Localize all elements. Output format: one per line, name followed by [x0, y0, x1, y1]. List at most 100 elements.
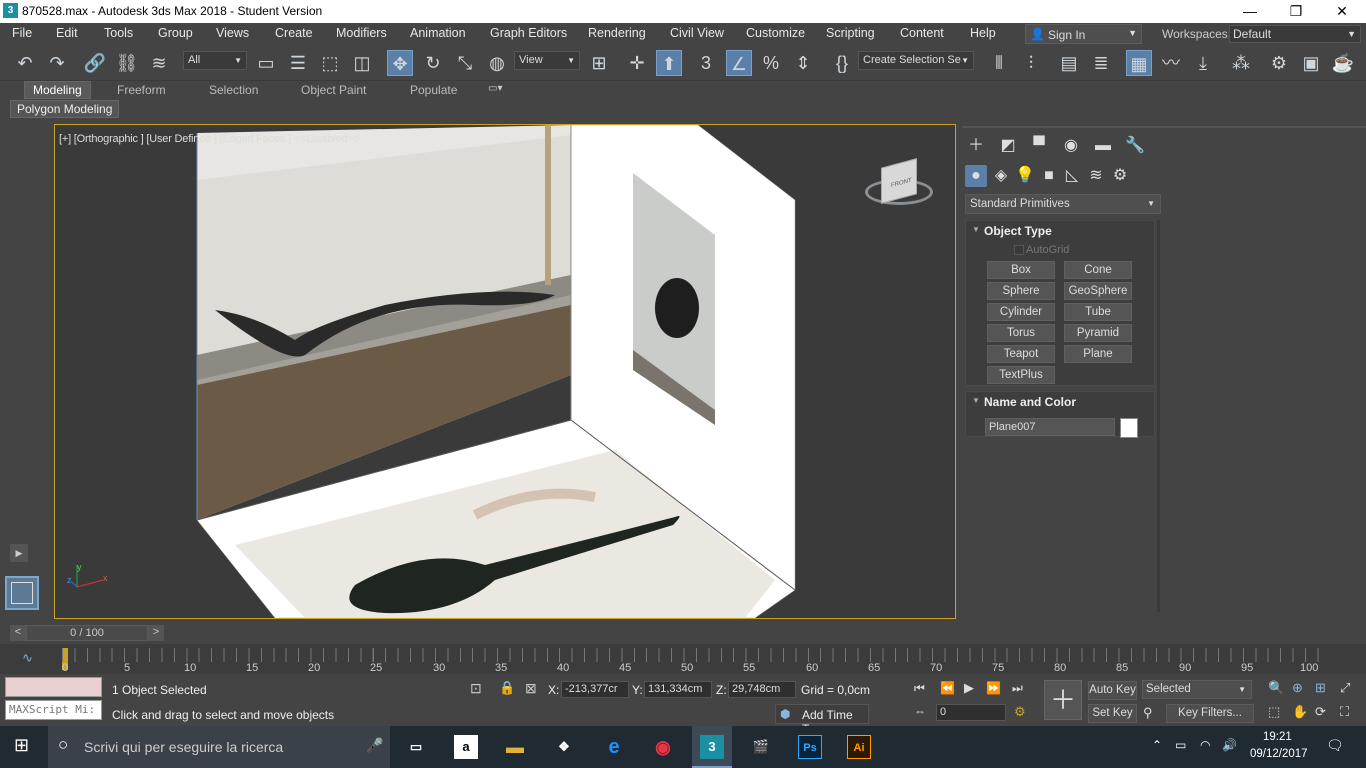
- spinner-snap-icon[interactable]: ⇕: [790, 50, 816, 76]
- menu-scripting[interactable]: Scripting: [826, 26, 875, 40]
- viewport-label[interactable]: [+] [Orthographic ] [User Defined ] [Edg…: [59, 133, 360, 145]
- goto-end-icon[interactable]: ⏭: [1012, 681, 1023, 696]
- isolate-selection-icon[interactable]: ⊡: [470, 680, 482, 697]
- select-and-move-icon[interactable]: ✥: [387, 50, 413, 76]
- maximize-button[interactable]: ❐: [1273, 0, 1319, 23]
- space-warps-icon[interactable]: ≋: [1085, 165, 1107, 187]
- wifi-icon[interactable]: ◠: [1200, 738, 1210, 752]
- menu-civil-view[interactable]: Civil View: [670, 26, 724, 40]
- tab-freeform[interactable]: Freeform: [117, 83, 166, 99]
- hierarchy-tab-icon[interactable]: ▀: [1028, 135, 1050, 157]
- cone-button[interactable]: Cone: [1064, 261, 1132, 279]
- object-color-swatch[interactable]: [1120, 418, 1138, 438]
- autogrid-checkbox[interactable]: [1014, 245, 1024, 255]
- maximize-viewport-icon[interactable]: ⛶: [1340, 704, 1349, 720]
- maxscript-listener-output[interactable]: [5, 677, 102, 697]
- key-mode-toggle-icon[interactable]: ⇔: [914, 704, 926, 718]
- current-frame-field[interactable]: 0: [936, 704, 1006, 721]
- textplus-button[interactable]: TextPlus: [987, 366, 1055, 384]
- plane-button[interactable]: Plane: [1064, 345, 1132, 363]
- time-prev-icon[interactable]: <: [10, 625, 26, 641]
- undo-icon[interactable]: ↶: [12, 50, 38, 76]
- mirror-icon[interactable]: ⫴: [986, 50, 1012, 76]
- select-and-rotate-icon[interactable]: ↻: [420, 50, 446, 76]
- redo-icon[interactable]: ↷: [44, 50, 70, 76]
- tube-button[interactable]: Tube: [1064, 303, 1132, 321]
- scene-explorer-icon[interactable]: ▤: [1056, 50, 1082, 76]
- systems-icon[interactable]: ⚙: [1109, 165, 1131, 187]
- edit-named-selection-icon[interactable]: {}: [829, 50, 855, 76]
- selection-filter-dropdown[interactable]: All ▼: [183, 51, 247, 70]
- viewcube[interactable]: FRONT: [861, 158, 937, 219]
- reference-coordinate-dropdown[interactable]: View ▼: [514, 51, 580, 70]
- percent-snap-icon[interactable]: %: [758, 50, 784, 76]
- object-type-title[interactable]: Object Type: [984, 224, 1052, 238]
- align-icon[interactable]: ⫶: [1018, 50, 1044, 76]
- zoom-icon[interactable]: 🔍: [1268, 680, 1284, 696]
- task-view-icon[interactable]: ▭: [404, 735, 428, 759]
- time-next-icon[interactable]: >: [148, 625, 164, 641]
- sign-in-dropdown[interactable]: 👤 Sign In ▼: [1025, 24, 1142, 44]
- clock-date[interactable]: 09/12/2017: [1250, 748, 1308, 760]
- create-tab-icon[interactable]: ＋: [965, 135, 987, 157]
- utilities-tab-icon[interactable]: 🔧: [1124, 135, 1146, 157]
- viewport-layout-tab[interactable]: [5, 576, 39, 610]
- auto-key-button[interactable]: Auto Key: [1088, 681, 1137, 700]
- object-name-input[interactable]: Plane007: [985, 418, 1115, 436]
- menu-customize[interactable]: Customize: [746, 26, 805, 40]
- goto-start-icon[interactable]: ⏮: [914, 681, 925, 696]
- collapse-icon[interactable]: ▼: [972, 396, 980, 405]
- lights-icon[interactable]: 💡: [1014, 165, 1036, 187]
- amazon-app-icon[interactable]: a: [454, 735, 478, 759]
- bind-space-warp-icon[interactable]: ≋: [146, 50, 172, 76]
- y-coordinate-field[interactable]: 131,334cm: [644, 681, 712, 698]
- cylinder-button[interactable]: Cylinder: [987, 303, 1055, 321]
- menu-create[interactable]: Create: [275, 26, 313, 40]
- photoshop-app-icon[interactable]: Ps: [798, 735, 822, 759]
- chrome-browser-icon[interactable]: ◉: [651, 735, 675, 759]
- show-hidden-icons-icon[interactable]: ⌃: [1152, 738, 1162, 752]
- pan-view-icon[interactable]: ✋: [1292, 704, 1308, 720]
- menu-tools[interactable]: Tools: [104, 26, 133, 40]
- add-time-tag-button[interactable]: ⬢ Add Time Tag: [775, 704, 869, 736]
- minimize-button[interactable]: —: [1227, 0, 1273, 23]
- menu-animation[interactable]: Animation: [410, 26, 466, 40]
- angle-snap-icon[interactable]: ∠: [726, 50, 752, 76]
- next-frame-icon[interactable]: ⏩: [986, 681, 1001, 695]
- menu-edit[interactable]: Edit: [56, 26, 78, 40]
- pyramid-button[interactable]: Pyramid: [1064, 324, 1132, 342]
- absolute-mode-icon[interactable]: ⊠: [525, 680, 537, 697]
- x-coordinate-field[interactable]: -213,377cr: [561, 681, 629, 698]
- rendered-frame-window-icon[interactable]: ▣: [1298, 50, 1324, 76]
- pivot-center-icon[interactable]: ⊞: [586, 50, 612, 76]
- sphere-button[interactable]: Sphere: [987, 282, 1055, 300]
- cameras-icon[interactable]: ■: [1038, 165, 1060, 187]
- set-key-button[interactable]: Set Key: [1088, 704, 1137, 723]
- play-icon[interactable]: ▶: [964, 680, 974, 696]
- clapperboard-app-icon[interactable]: 🎬: [749, 735, 773, 759]
- close-button[interactable]: ✕: [1319, 0, 1365, 23]
- battery-icon[interactable]: ▭: [1175, 738, 1186, 752]
- menu-views[interactable]: Views: [216, 26, 249, 40]
- select-object-icon[interactable]: ▭: [253, 50, 279, 76]
- menu-content[interactable]: Content: [900, 26, 944, 40]
- workspace-dropdown[interactable]: Default ▼: [1229, 25, 1361, 43]
- 3dsmax-taskbar-slot[interactable]: 3: [692, 726, 732, 768]
- key-filters-button[interactable]: Key Filters...: [1166, 704, 1254, 723]
- select-manipulate-icon[interactable]: ✛: [624, 50, 650, 76]
- expand-layout-icon[interactable]: ▶: [10, 544, 28, 562]
- viewport-orthographic[interactable]: [+] [Orthographic ] [User Defined ] [Edg…: [54, 124, 956, 619]
- track-bar[interactable]: ∿ 0 5 10 15 20 25 30 35 40 45 50 55 60 6…: [0, 644, 1366, 674]
- tab-selection[interactable]: Selection: [209, 83, 258, 99]
- edge-browser-icon[interactable]: e: [602, 735, 626, 759]
- clock-time[interactable]: 19:21: [1263, 731, 1292, 743]
- link-icon[interactable]: 🔗: [82, 50, 108, 76]
- torus-button[interactable]: Torus: [987, 324, 1055, 342]
- file-explorer-icon[interactable]: ▬: [503, 735, 527, 759]
- geosphere-button[interactable]: GeoSphere: [1064, 282, 1132, 300]
- curve-editor-mini-icon[interactable]: ∿: [22, 650, 33, 666]
- zoom-all-icon[interactable]: ⊕: [1292, 680, 1303, 696]
- snaps-toggle-icon[interactable]: 3: [693, 50, 719, 76]
- zoom-extents-all-icon[interactable]: ⤢: [1340, 680, 1350, 696]
- toggle-ribbon-icon[interactable]: ▦: [1126, 50, 1152, 76]
